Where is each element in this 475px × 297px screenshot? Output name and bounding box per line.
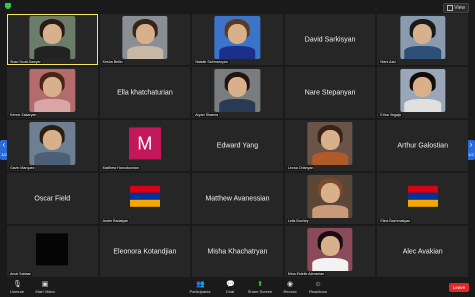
avatar: M — [128, 126, 161, 159]
participant-name-label: Kesha Bellin — [101, 60, 124, 64]
microphone-muted-icon: 🎙 — [13, 281, 22, 288]
participant-tile[interactable]: Natalie Sahmaroyan — [192, 14, 283, 65]
top-bar: View — [0, 0, 475, 13]
participant-tile[interactable]: Elina Bazhmakyan — [377, 173, 468, 224]
participants-icon: 👥 — [196, 281, 205, 288]
participant-tile[interactable]: Edward Yang — [192, 120, 283, 171]
participant-tile[interactable]: Erina Vegaja — [377, 67, 468, 118]
participant-name-center: Alec Avakian — [402, 248, 443, 255]
participant-name-center: Oscar Field — [34, 195, 71, 202]
share-screen-button[interactable]: ⬆ Share Screen — [245, 281, 275, 294]
participant-video — [29, 122, 75, 165]
participant-video — [307, 122, 353, 165]
participant-video — [122, 16, 168, 59]
record-button[interactable]: ◉ Record — [275, 281, 305, 294]
participant-name-center: Edward Yang — [216, 142, 259, 149]
participant-video — [400, 16, 446, 59]
participant-tile[interactable]: Alec Avakian — [377, 226, 468, 277]
next-page-button[interactable]: › 1/2 — [467, 140, 475, 160]
participant-tile[interactable]: Aryan Sharma — [192, 67, 283, 118]
participant-tile[interactable]: M Matthew Harootoonian — [99, 120, 191, 171]
participant-tile[interactable]: Amal Sabaar — [7, 226, 98, 277]
participant-tile[interactable]: Gavin Marquez — [7, 120, 98, 171]
chat-button[interactable]: 💬 Chat — [215, 281, 245, 294]
chat-icon: 💬 — [226, 281, 235, 288]
reactions-icon: ☺ — [314, 281, 322, 288]
participant-name-center: Misha Khachatryan — [207, 248, 268, 255]
security-shield-icon[interactable] — [5, 3, 11, 9]
participant-video — [29, 69, 75, 112]
participant-name-label: Natalie Sahmaroyan — [194, 60, 229, 64]
participant-tile[interactable]: Arthur Galostian — [377, 120, 468, 171]
profile-image — [36, 232, 69, 265]
participant-name-label: Kenne Zakaryan — [9, 113, 38, 117]
participants-button[interactable]: 👥 Participants — [185, 281, 215, 294]
participant-name-label: Mina Estelle Alexanian — [286, 272, 325, 276]
participant-video — [307, 228, 353, 271]
participant-tile[interactable]: Oscar Field — [7, 173, 98, 224]
participant-name-label: Lelia Buchey — [286, 219, 310, 223]
participant-name-label: Aryan Sharma — [194, 113, 220, 117]
participant-tile[interactable]: Lelia Buchey — [284, 173, 376, 224]
participant-video — [214, 16, 261, 59]
participant-grid: Shari Scott-Sawyer Kesha Bellin Natalie Sa… — [7, 14, 468, 277]
participant-video — [214, 69, 261, 112]
participant-name-label: Matthew Harootoonian — [101, 166, 140, 170]
participant-name-center: Ella khatchaturian — [117, 89, 173, 96]
participant-tile[interactable]: Shari Scott-Sawyer — [7, 14, 98, 65]
participant-tile[interactable]: David Sarkisyan — [284, 14, 376, 65]
reactions-button[interactable]: ☺ Reactions — [303, 281, 333, 294]
participant-name-label: Gavin Marquez — [9, 166, 36, 170]
unmute-button[interactable]: 🎙 Unmute — [2, 281, 32, 294]
participant-tile[interactable]: Andre Badalyan — [99, 173, 191, 224]
participant-tile[interactable]: Eleonora Kotandjian — [99, 226, 191, 277]
participant-name-label: Andre Badalyan — [101, 219, 130, 223]
participant-name-label: Amal Sabaar — [9, 272, 32, 276]
participant-tile[interactable]: Kesha Bellin — [99, 14, 191, 65]
start-video-button[interactable]: ▣ Start Video — [30, 281, 60, 294]
participant-tile[interactable]: Mina Estelle Alexanian — [284, 226, 376, 277]
participant-tile[interactable]: Leona Orlanyan — [284, 120, 376, 171]
participant-name-center: Nare Stepanyan — [304, 89, 356, 96]
participant-name-label: Erina Vegaja — [379, 113, 402, 117]
participant-tile[interactable]: Ella khatchaturian — [99, 67, 191, 118]
participant-name-center: Arthur Galostian — [397, 142, 448, 149]
video-off-icon: ▣ — [41, 281, 49, 288]
participant-video — [29, 16, 75, 59]
participant-name-label: Elina Bazhmakyan — [379, 219, 412, 223]
participant-name-center: Eleonora Kotandjian — [113, 248, 177, 255]
participant-tile[interactable]: Misha Khachatryan — [192, 226, 283, 277]
participant-video — [307, 175, 353, 218]
view-button[interactable]: View — [443, 3, 469, 13]
participant-name-center: Matthew Avanessian — [205, 195, 270, 202]
participant-tile[interactable]: Matthew Avanessian — [192, 173, 283, 224]
participant-tile[interactable]: Kenne Zakaryan — [7, 67, 98, 118]
share-screen-icon: ⬆ — [257, 281, 263, 288]
meeting-toolbar: 🎙 Unmute ▣ Start Video 👥 Participants 💬 Chat… — [0, 279, 475, 297]
participant-video — [400, 69, 446, 112]
participant-tile[interactable]: Nare Stepanyan — [284, 67, 376, 118]
grid-view-icon — [447, 4, 454, 11]
participant-name-label: Shari Scott-Sawyer — [9, 60, 42, 64]
record-icon: ◉ — [286, 281, 294, 288]
participant-name-label: Mark Aziz — [379, 60, 397, 64]
armenian-flag-image — [129, 185, 160, 208]
participant-name-center: David Sarkisyan — [304, 36, 356, 43]
participant-name-label: Leona Orlanyan — [286, 166, 315, 170]
leave-button[interactable]: Leave — [449, 283, 469, 292]
armenian-flag-image — [407, 185, 438, 208]
participant-tile[interactable]: Mark Aziz — [377, 14, 468, 65]
